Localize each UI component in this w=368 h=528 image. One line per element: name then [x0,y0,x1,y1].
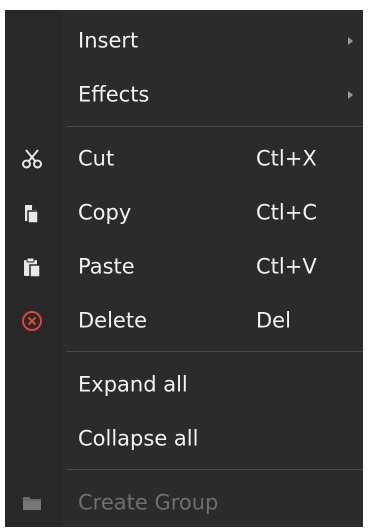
shortcut-label: Ctl+C [256,200,317,225]
menu-separator [67,126,363,127]
menu-item-label: Copy [78,200,132,225]
menu-item-paste[interactable]: Paste Ctl+V [5,242,363,292]
menu-item-effects[interactable]: Effects [5,70,363,120]
menu-item-label: Expand all [78,372,188,397]
context-menu: Insert Effects Cut Ctl+X Copy Ctl+C Past… [5,10,363,527]
menu-item-copy[interactable]: Copy Ctl+C [5,188,363,238]
shortcut-label: Del [256,308,291,333]
scissors-icon [21,148,43,170]
menu-item-insert[interactable]: Insert [5,16,363,66]
menu-item-cut[interactable]: Cut Ctl+X [5,134,363,184]
menu-item-label: Paste [78,254,135,279]
menu-item-label: Effects [78,82,150,107]
menu-separator [67,469,363,470]
submenu-arrow-icon [348,91,353,99]
copy-icon [21,202,43,224]
menu-item-expand-all[interactable]: Expand all [5,360,363,410]
menu-item-label: Create Group [78,490,219,515]
menu-item-label: Cut [78,146,115,171]
delete-icon [21,310,43,332]
menu-item-delete[interactable]: Delete Del [5,296,363,346]
menu-item-create-group: Create Group [5,478,363,528]
menu-item-label: Insert [78,28,139,53]
submenu-arrow-icon [348,37,353,45]
shortcut-label: Ctl+X [256,146,317,171]
menu-item-collapse-all[interactable]: Collapse all [5,414,363,464]
folder-icon [21,492,43,514]
paste-icon [21,256,43,278]
menu-item-label: Collapse all [78,426,199,451]
shortcut-label: Ctl+V [256,254,317,279]
menu-item-label: Delete [78,308,147,333]
menu-separator [67,351,363,352]
